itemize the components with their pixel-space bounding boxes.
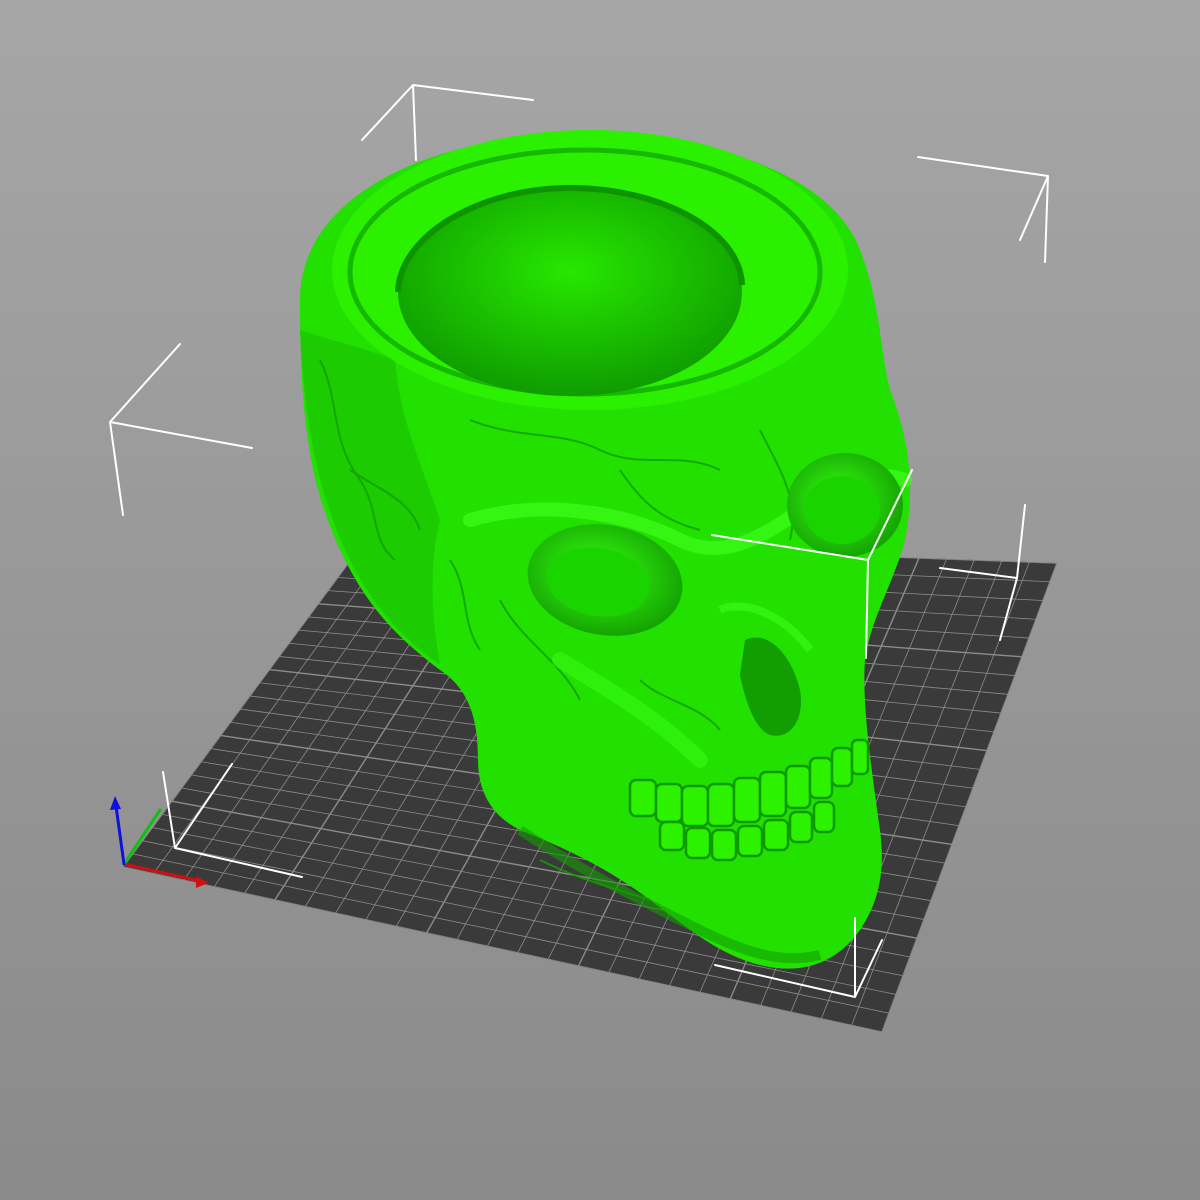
tooth: [788, 810, 814, 844]
tooth: [710, 828, 738, 862]
tooth: [706, 782, 736, 828]
tooth: [850, 738, 870, 776]
3d-viewport[interactable]: [0, 0, 1200, 1200]
tooth: [784, 764, 812, 810]
right-eye-socket-inner: [804, 476, 880, 544]
tooth: [732, 776, 762, 824]
tooth: [654, 782, 684, 824]
tooth: [830, 746, 854, 788]
tooth: [758, 770, 788, 818]
tooth: [762, 818, 790, 852]
tooth: [680, 784, 710, 828]
scene-canvas[interactable]: [0, 0, 1200, 1200]
tooth: [684, 826, 712, 860]
tooth: [628, 778, 658, 818]
tooth: [812, 800, 836, 834]
tooth: [808, 756, 834, 800]
tooth: [736, 824, 764, 858]
tooth: [658, 820, 686, 852]
